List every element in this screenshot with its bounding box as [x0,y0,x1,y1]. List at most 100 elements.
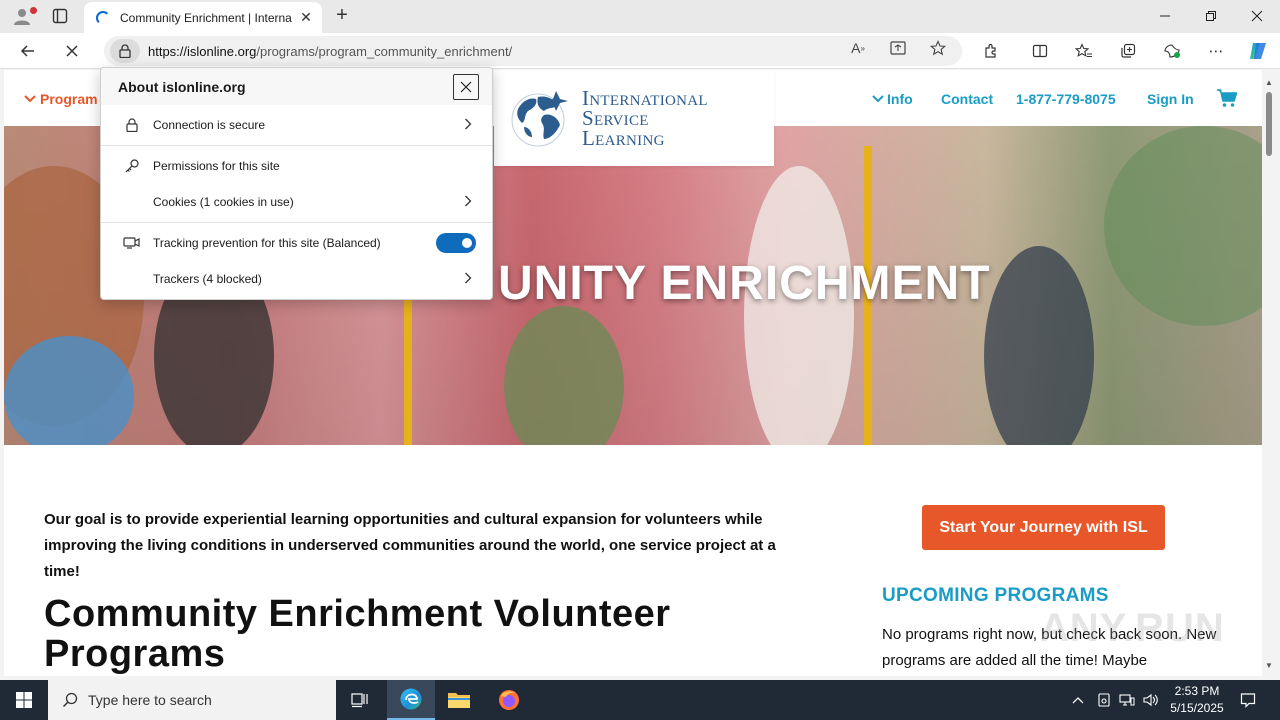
extensions-icon[interactable] [977,37,1005,65]
hero-mural-shape [4,336,134,445]
copilot-icon[interactable] [1244,37,1272,65]
search-icon [62,692,78,708]
tray-device-icon[interactable] [1094,680,1114,720]
popup-close-button[interactable] [453,74,479,100]
popup-title: About islonline.org [101,68,492,105]
upcoming-programs-heading: UPCOMING PROGRAMS [882,585,1109,606]
stop-loading-button[interactable] [58,37,86,65]
key-icon [121,158,143,174]
browser-tab-active[interactable]: Community Enrichment | Internati ✕ [84,2,322,33]
site-info-button[interactable] [110,39,140,63]
url-text: https://islonline.org/programs/program_c… [148,44,512,59]
url-host: https://islonline.org [148,43,257,59]
scroll-down-arrow-icon[interactable]: ▼ [1264,661,1274,670]
browser-tab-bar: Community Enrichment | Internati ✕ + [0,0,1280,33]
start-button[interactable] [0,680,48,720]
profile-icon [14,9,30,25]
profile-button[interactable] [8,4,37,28]
start-journey-button[interactable]: Start Your Journey with ISL [922,505,1165,550]
shopping-cart-icon [1217,89,1238,107]
restore-icon [1206,11,1216,21]
taskbar-file-explorer-app[interactable] [435,680,483,720]
logo-line-2: Service [582,106,649,130]
nav-programs-label: Program [40,91,98,107]
favorites-icon[interactable] [1070,37,1098,65]
favorite-star-icon[interactable] [928,40,948,56]
browser-essentials-icon[interactable] [1158,37,1186,65]
folder-icon [448,693,470,708]
site-info-popup: About islonline.org Connection is secure… [100,67,493,300]
search-placeholder: Type here to search [88,692,212,708]
loading-spinner-icon [96,10,110,25]
tab-actions-icon [52,8,68,24]
clock-time: 2:53 PM [1174,684,1220,698]
address-bar[interactable]: https://islonline.org/programs/program_c… [104,36,962,66]
nav-info-label: Info [887,91,913,107]
tab-actions-button[interactable] [46,4,74,28]
connection-label: Connection is secure [153,118,266,132]
tab-title: Community Enrichment | Internati [120,10,292,25]
trackers-row[interactable]: Trackers (4 blocked) [101,261,492,297]
hero-tree-shape [1104,126,1262,326]
split-screen-icon[interactable] [1026,37,1054,65]
watermark: ANY.RUN [1040,606,1225,650]
close-icon [460,81,472,93]
task-view-button[interactable] [336,680,384,720]
notifications-icon [1240,693,1256,708]
lock-icon [119,44,131,58]
more-options-icon[interactable]: ⋯ [1202,37,1230,65]
edge-browser-icon [400,688,422,710]
hero-title: UNITY ENRICHMENT [498,257,991,310]
nav-sign-in-link[interactable]: Sign In [1147,91,1194,107]
taskbar-search-box[interactable]: Type here to search [48,680,336,720]
isl-logo[interactable]: International Service Learning [494,70,774,166]
nav-programs-menu[interactable]: Program [24,91,98,107]
page-heading: Community Enrichment Volunteer Programs [44,593,671,675]
taskbar-clock[interactable]: 2:53 PM 5/15/2025 [1164,683,1230,717]
chevron-down-icon [872,95,884,103]
volume-icon[interactable] [1140,680,1162,720]
taskbar-edge-app[interactable] [387,680,435,720]
popup-divider [101,145,492,146]
chevron-right-icon [464,117,472,133]
collections-icon[interactable] [1114,37,1142,65]
tracking-row: Tracking prevention for this site (Balan… [101,225,492,261]
intro-paragraph: Our goal is to provide experiential lear… [44,511,776,580]
scrollbar-thumb[interactable] [1266,92,1272,156]
logo-wordmark: International Service Learning [582,88,708,150]
task-view-icon [351,693,368,708]
chevron-right-icon [464,271,472,287]
cookies-row[interactable]: Cookies (1 cookies in use) [101,184,492,220]
taskbar-firefox-app[interactable] [485,680,533,720]
notifications-button[interactable] [1234,680,1262,720]
minimize-button[interactable] [1142,0,1188,32]
nav-contact-link[interactable]: Contact [941,91,993,107]
page-scrollbar[interactable]: ▲ ▼ [1262,70,1276,676]
nav-info-menu[interactable]: Info [872,91,913,107]
windows-logo-icon [16,692,32,708]
nav-phone-link[interactable]: 1-877-779-8075 [1016,91,1116,107]
scroll-up-arrow-icon[interactable]: ▲ [1264,78,1274,87]
connection-row[interactable]: Connection is secure [101,107,492,143]
logo-line-3: Learning [582,126,665,150]
hero-person-silhouette [504,306,624,445]
tracking-label: Tracking prevention for this site (Balan… [153,236,381,250]
new-tab-button[interactable]: + [330,4,354,28]
network-icon[interactable] [1116,680,1138,720]
tracking-prevention-toggle[interactable] [436,233,476,253]
tray-overflow-button[interactable] [1068,680,1088,720]
cart-button[interactable] [1216,88,1238,111]
read-aloud-icon[interactable]: A» [848,40,868,56]
back-arrow-icon [20,45,34,57]
tab-close-icon[interactable]: ✕ [298,9,314,25]
restore-button[interactable] [1188,0,1234,32]
immersive-reader-icon[interactable] [888,40,908,56]
notification-dot [30,7,37,14]
back-button[interactable] [14,37,42,65]
close-window-icon [1251,10,1263,22]
browser-toolbar: https://islonline.org/programs/program_c… [0,33,1280,69]
permissions-row[interactable]: Permissions for this site [101,148,492,184]
firefox-icon [499,690,519,710]
close-window-button[interactable] [1234,0,1280,32]
popup-divider [101,222,492,223]
